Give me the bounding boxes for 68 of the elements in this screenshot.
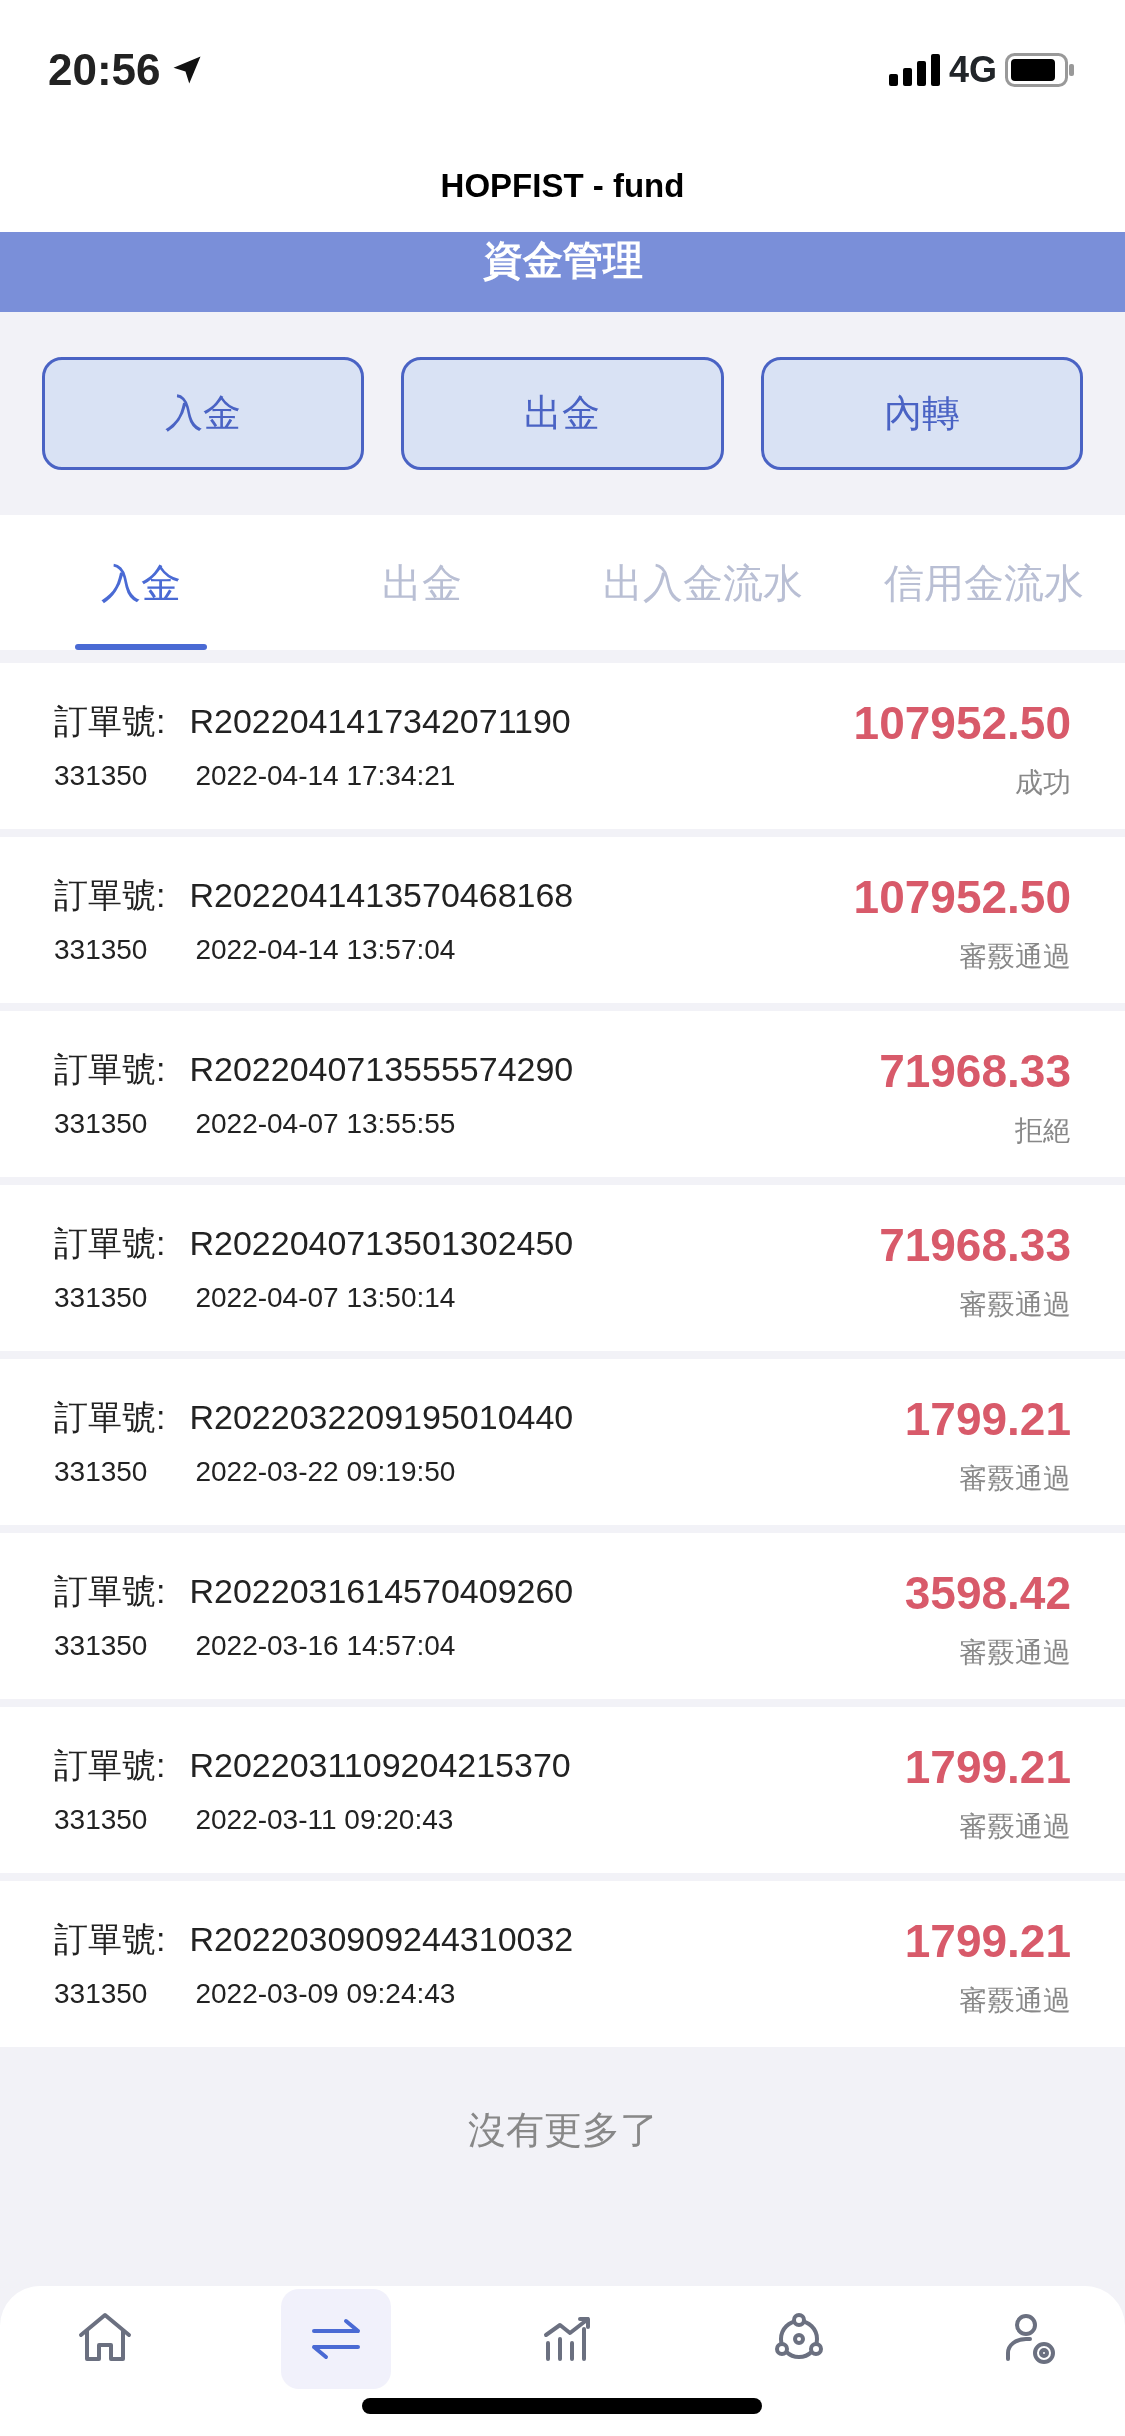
battery-icon bbox=[1005, 53, 1075, 87]
record-time: 2022-03-16 14:57:04 bbox=[195, 1628, 456, 1663]
account-number: 331350 bbox=[54, 1628, 148, 1663]
record-time: 2022-03-22 09:19:50 bbox=[195, 1454, 456, 1489]
status-text: 審覈通過 bbox=[959, 939, 1071, 974]
record-card[interactable]: 訂單號: R2022031109204215370 331350 2022-03-11 09:20:43 1799.21 審覈通過 bbox=[0, 1707, 1125, 1873]
record-card[interactable]: 訂單號: R2022030909244310032 331350 2022-03-09 09:24:43 1799.21 審覈通過 bbox=[0, 1881, 1125, 2047]
amount: 71968.33 bbox=[879, 1217, 1071, 1273]
account-number: 331350 bbox=[54, 1280, 148, 1315]
record-card[interactable]: 訂單號: R2022041417342071190 331350 2022-04-14 17:34:21 107952.50 成功 bbox=[0, 663, 1125, 829]
order-label: 訂單號: bbox=[54, 1744, 166, 1786]
amount: 3598.42 bbox=[904, 1565, 1071, 1621]
record-time: 2022-04-07 13:55:55 bbox=[195, 1106, 456, 1141]
tab[interactable]: 入金 bbox=[0, 515, 282, 650]
action-button[interactable]: 內轉 bbox=[760, 357, 1083, 470]
status-text: 拒絕 bbox=[1015, 1113, 1071, 1148]
status-text: 審覈通過 bbox=[959, 1983, 1071, 2018]
order-number: R2022041413570468168 bbox=[189, 874, 574, 916]
order-label: 訂單號: bbox=[54, 1222, 166, 1264]
amount: 1799.21 bbox=[904, 1739, 1071, 1795]
order-label: 訂單號: bbox=[54, 1918, 166, 1960]
order-number: R2022040713501302450 bbox=[189, 1222, 574, 1264]
account-number: 331350 bbox=[54, 1454, 148, 1489]
record-card[interactable]: 訂單號: R2022032209195010440 331350 2022-03-22 09:19:50 1799.21 審覈通過 bbox=[0, 1359, 1125, 1525]
record-card[interactable]: 訂單號: R2022031614570409260 331350 2022-03-16 14:57:04 3598.42 審覈通過 bbox=[0, 1533, 1125, 1699]
record-card[interactable]: 訂單號: R2022040713555574290 331350 2022-04-07 13:55:55 71968.33 拒絕 bbox=[0, 1011, 1125, 1177]
order-number: R2022030909244310032 bbox=[189, 1918, 574, 1960]
amount: 1799.21 bbox=[904, 1391, 1071, 1447]
amount: 107952.50 bbox=[853, 695, 1071, 751]
order-number: R2022040713555574290 bbox=[189, 1048, 574, 1090]
account-number: 331350 bbox=[54, 1106, 148, 1141]
order-number: R2022041417342071190 bbox=[189, 700, 571, 742]
order-label: 訂單號: bbox=[54, 1396, 166, 1438]
status-text: 成功 bbox=[1015, 765, 1071, 800]
order-number: R2022031614570409260 bbox=[189, 1570, 574, 1612]
order-number: R2022032209195010440 bbox=[189, 1396, 574, 1438]
account-number: 331350 bbox=[54, 932, 148, 967]
record-card[interactable]: 訂單號: R2022040713501302450 331350 2022-04-07 13:50:14 71968.33 審覈通過 bbox=[0, 1185, 1125, 1351]
network-label: 4G bbox=[948, 48, 997, 92]
order-label: 訂單號: bbox=[54, 874, 166, 916]
status-text: 審覈通過 bbox=[959, 1461, 1071, 1496]
order-label: 訂單號: bbox=[54, 1048, 166, 1090]
action-button[interactable]: 出金 bbox=[401, 357, 724, 470]
account-number: 331350 bbox=[54, 758, 148, 793]
status-text: 審覈通過 bbox=[959, 1287, 1071, 1322]
record-time: 2022-04-07 13:50:14 bbox=[195, 1280, 456, 1315]
nav-tab[interactable] bbox=[281, 2289, 392, 2389]
amount: 71968.33 bbox=[879, 1043, 1071, 1099]
record-time: 2022-03-09 09:24:43 bbox=[195, 1976, 456, 2011]
end-of-list-text: 沒有更多了 bbox=[467, 2107, 658, 2153]
account-number: 331350 bbox=[54, 1802, 148, 1837]
signal-icon bbox=[888, 54, 941, 86]
app-title: HOPFIST - fund bbox=[440, 166, 685, 207]
action-button[interactable]: 入金 bbox=[42, 357, 365, 470]
amount: 1799.21 bbox=[904, 1913, 1071, 1969]
record-time: 2022-04-14 17:34:21 bbox=[195, 758, 456, 793]
clock-time: 20:56 bbox=[48, 44, 161, 96]
account-number: 331350 bbox=[54, 1976, 148, 2011]
status-text: 審覈通過 bbox=[959, 1809, 1071, 1844]
order-label: 訂單號: bbox=[54, 700, 166, 742]
record-time: 2022-03-11 09:20:43 bbox=[195, 1802, 454, 1837]
amount: 107952.50 bbox=[853, 869, 1071, 925]
page-title: 資金管理 bbox=[482, 237, 643, 284]
record-card[interactable]: 訂單號: R2022041413570468168 331350 2022-04-14 13:57:04 107952.50 審覈通過 bbox=[0, 837, 1125, 1003]
order-number: R2022031109204215370 bbox=[189, 1744, 571, 1786]
record-time: 2022-04-14 13:57:04 bbox=[195, 932, 456, 967]
status-text: 審覈通過 bbox=[959, 1635, 1071, 1670]
order-label: 訂單號: bbox=[54, 1570, 166, 1612]
